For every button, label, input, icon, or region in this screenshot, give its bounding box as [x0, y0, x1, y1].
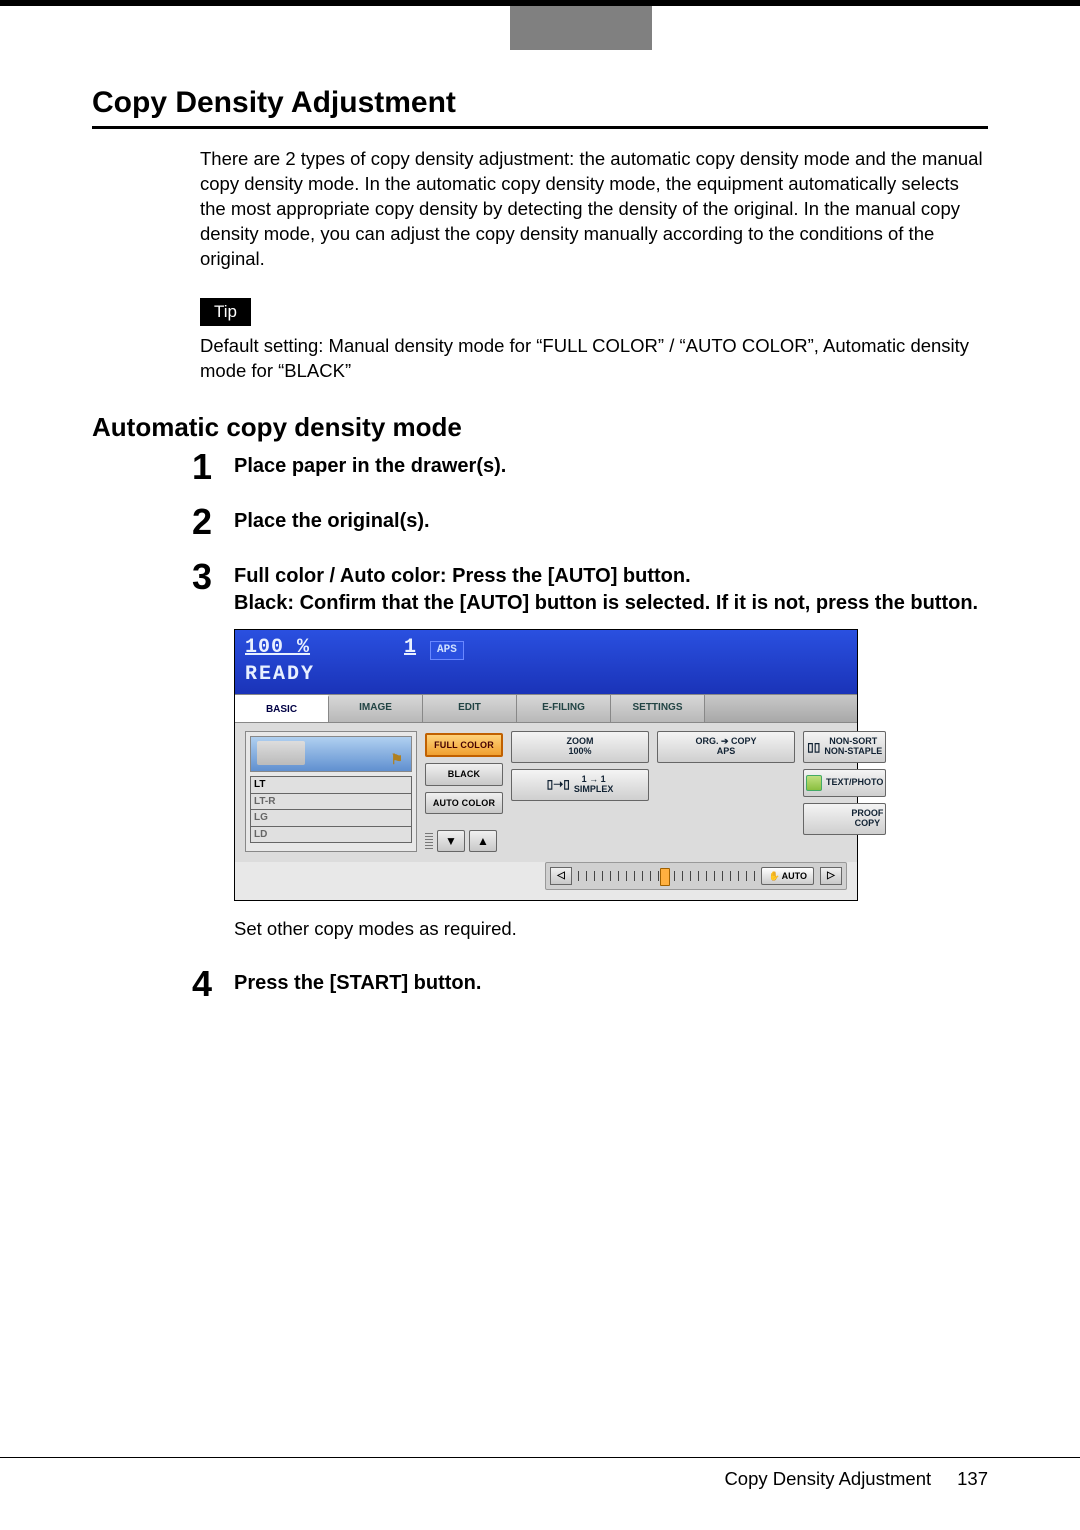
sort-label: NON-SORT NON-STAPLE: [824, 737, 882, 757]
orig-copy-button[interactable]: ORG. ➔ COPY APS: [657, 731, 795, 763]
footer-title: Copy Density Adjustment: [724, 1468, 931, 1490]
tray-row[interactable]: LG: [251, 810, 412, 827]
zoom-button-label: ZOOM 100%: [567, 737, 594, 757]
printer-illustration-icon: [250, 736, 412, 772]
zoom-button[interactable]: ZOOM 100%: [511, 731, 649, 763]
step-1: 1 Place paper in the drawer(s).: [192, 453, 988, 480]
ready-label: READY: [245, 661, 847, 688]
step-4: 4 Press the [START] button.: [192, 970, 988, 997]
density-left-button[interactable]: ◁: [550, 867, 572, 885]
copy-count-readout: 1: [404, 634, 416, 661]
scroll-down-button[interactable]: ▼: [437, 830, 465, 852]
step-number: 4: [192, 960, 212, 1009]
tab-efiling[interactable]: E-FILING: [517, 695, 611, 723]
zoom-readout: 100 %: [245, 634, 310, 661]
sort-icon: ▯▯: [807, 741, 820, 754]
sort-button[interactable]: ▯▯ NON-SORT NON-STAPLE: [803, 731, 886, 763]
header-page-tab-icon: [510, 6, 652, 50]
step-4-text: Press the [START] button.: [234, 972, 481, 994]
tab-image[interactable]: IMAGE: [329, 695, 423, 723]
panel-status-bar: 100 % 1 APS READY: [235, 630, 857, 694]
text-photo-label: TEXT/PHOTO: [826, 778, 883, 788]
scroll-up-button[interactable]: ▲: [469, 830, 497, 852]
auto-density-button[interactable]: ✋ AUTO: [761, 867, 814, 885]
step-3-note: Set other copy modes as required.: [234, 917, 988, 942]
density-slider-row: ◁ ✋ AUTO ▷: [545, 862, 847, 890]
step-number: 1: [192, 443, 212, 492]
tab-edit[interactable]: EDIT: [423, 695, 517, 723]
pages-icon: ▯➝▯: [547, 778, 570, 791]
proof-copy-label: PROOF COPY: [851, 809, 883, 829]
textphoto-icon: [806, 775, 822, 791]
density-slider[interactable]: [578, 871, 755, 881]
step-3: 3 Full color / Auto color: Press the [AU…: [192, 563, 988, 942]
simplex-button-label: 1 → 1 SIMPLEX: [574, 775, 614, 795]
printer-tray-column: LT LT-R LG LD: [245, 731, 417, 852]
auto-density-label: AUTO: [782, 870, 807, 882]
tab-spacer: [705, 695, 857, 723]
step-1-text: Place paper in the drawer(s).: [234, 455, 506, 477]
tip-text: Default setting: Manual density mode for…: [200, 334, 988, 384]
text-photo-button[interactable]: TEXT/PHOTO: [803, 769, 886, 797]
footer-page-number: 137: [957, 1468, 988, 1490]
page-title: Copy Density Adjustment: [92, 86, 988, 120]
simplex-button[interactable]: ▯➝▯ 1 → 1 SIMPLEX: [511, 769, 649, 801]
step-3-text-line2: Black: Confirm that the [AUTO] button is…: [234, 592, 978, 614]
step-2: 2 Place the original(s).: [192, 508, 988, 535]
copier-touch-panel: 100 % 1 APS READY BASIC IMAGE EDIT E-FIL…: [234, 629, 858, 901]
tab-basic[interactable]: BASIC: [235, 695, 329, 723]
step-2-text: Place the original(s).: [234, 510, 430, 532]
tray-row[interactable]: LD: [251, 826, 412, 843]
tray-table: LT LT-R LG LD: [250, 776, 412, 843]
step-3-text-line1: Full color / Auto color: Press the [AUTO…: [234, 565, 691, 587]
top-header-strip: [0, 6, 1080, 50]
tray-row[interactable]: LT-R: [251, 793, 412, 810]
step-number: 2: [192, 498, 212, 547]
tip-badge: Tip: [200, 298, 251, 326]
aps-chip: APS: [430, 641, 464, 660]
proof-copy-button[interactable]: PROOF COPY: [803, 803, 886, 835]
density-right-button[interactable]: ▷: [820, 867, 842, 885]
auto-color-button[interactable]: AUTO COLOR: [425, 792, 503, 814]
grip-icon: [425, 833, 433, 849]
orig-copy-label: ORG. ➔ COPY APS: [695, 737, 756, 757]
step-number: 3: [192, 553, 212, 602]
intro-paragraph: There are 2 types of copy density adjust…: [200, 147, 988, 272]
black-button[interactable]: BLACK: [425, 763, 503, 785]
section-heading: Automatic copy density mode: [92, 412, 988, 443]
tab-settings[interactable]: SETTINGS: [611, 695, 705, 723]
full-color-button[interactable]: FULL COLOR: [425, 733, 503, 757]
tray-row[interactable]: LT: [251, 777, 412, 794]
title-rule: [92, 126, 988, 129]
page-footer: Copy Density Adjustment 137: [0, 1457, 1080, 1530]
panel-tabs: BASIC IMAGE EDIT E-FILING SETTINGS: [235, 694, 857, 724]
hand-icon: ✋: [768, 870, 779, 882]
